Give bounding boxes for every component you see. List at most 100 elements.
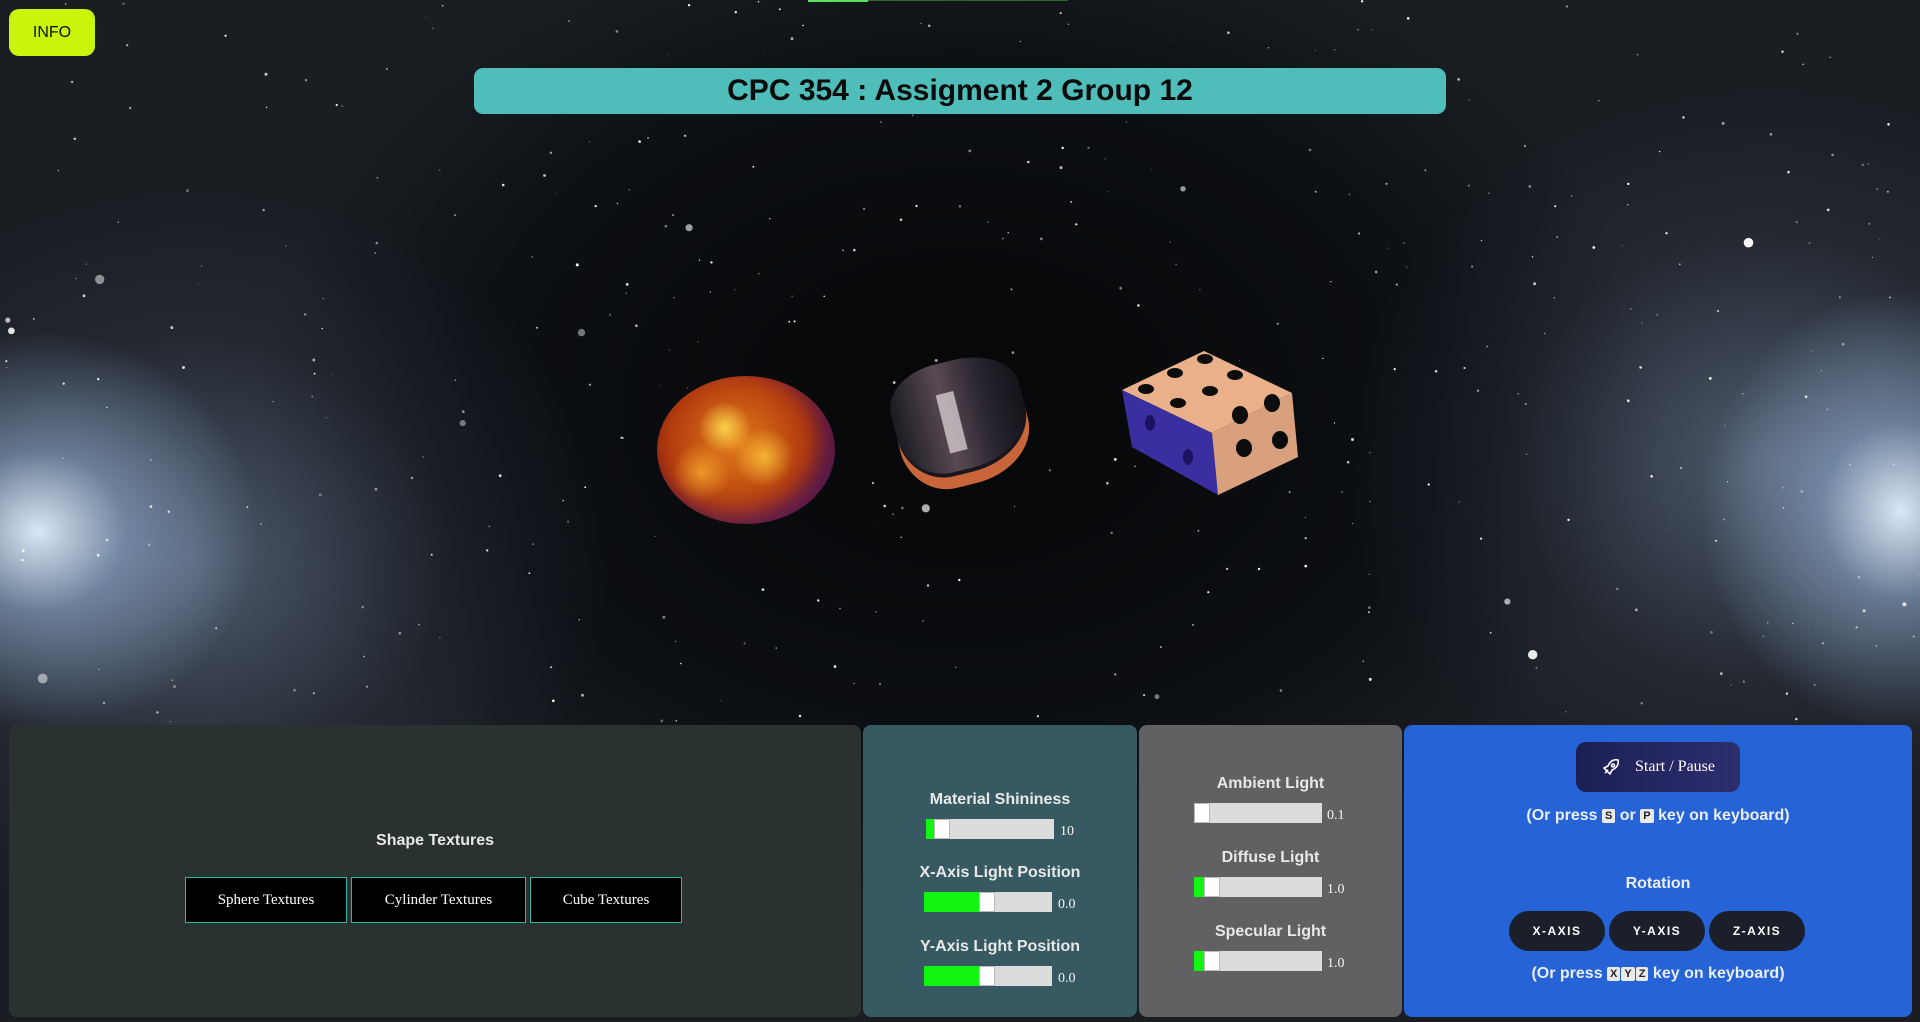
star [839, 607, 841, 610]
ambient-slider[interactable] [1194, 803, 1322, 823]
star [555, 193, 557, 195]
star [182, 366, 185, 369]
star [743, 642, 746, 645]
star [1322, 357, 1324, 360]
top-accent-line-dim [868, 0, 1068, 1]
star [198, 283, 200, 285]
sphere-textures-button[interactable]: Sphere Textures [185, 877, 347, 923]
star [95, 274, 105, 285]
star [1795, 717, 1798, 721]
star [1048, 469, 1051, 472]
star [687, 3, 691, 7]
star [1002, 237, 1004, 240]
star [892, 513, 894, 516]
star [265, 106, 268, 109]
y-light-slider-thumb[interactable] [979, 966, 995, 986]
star [398, 632, 402, 635]
star [1766, 621, 1769, 624]
star [968, 149, 972, 153]
star [32, 318, 35, 320]
cylinder-textures-button[interactable]: Cylinder Textures [351, 877, 526, 923]
star [1114, 673, 1117, 676]
star [622, 437, 624, 439]
star [1197, 529, 1200, 532]
star [441, 4, 444, 7]
star [660, 384, 662, 386]
shininess-slider[interactable] [926, 819, 1054, 839]
diffuse-slider[interactable] [1194, 877, 1322, 897]
star [211, 719, 213, 721]
star [1769, 132, 1773, 136]
star [410, 476, 414, 480]
star [531, 256, 533, 258]
star [1480, 239, 1483, 242]
x-light-slider-thumb[interactable] [979, 892, 995, 912]
cylinder-label-texture [935, 390, 968, 454]
star [1626, 203, 1629, 206]
star [1463, 366, 1466, 370]
star [901, 506, 904, 510]
star [293, 688, 296, 692]
z-axis-button[interactable]: Z-AXIS [1709, 911, 1805, 951]
x-axis-button[interactable]: X-AXIS [1509, 911, 1605, 951]
star [1849, 463, 1851, 466]
x-light-value: 0.0 [1058, 897, 1076, 912]
star [1070, 200, 1073, 203]
star [264, 72, 268, 76]
specular-slider[interactable] [1194, 951, 1322, 971]
star [1629, 308, 1632, 310]
star [1887, 123, 1890, 126]
star [1369, 452, 1371, 454]
star [1227, 31, 1230, 34]
shininess-slider-thumb[interactable] [934, 819, 950, 839]
star [879, 682, 882, 685]
star [921, 504, 930, 513]
star [577, 328, 586, 337]
star [1059, 12, 1062, 15]
diffuse-label: Diffuse Light [1221, 849, 1320, 866]
star [374, 252, 377, 254]
shininess-value: 10 [1060, 824, 1074, 839]
star [1061, 146, 1064, 150]
ambient-slider-thumb[interactable] [1194, 803, 1210, 823]
shininess-label: Material Shininess [929, 791, 1071, 808]
star [823, 295, 825, 298]
star [171, 679, 174, 682]
star [1276, 322, 1279, 325]
star [167, 510, 170, 513]
star [57, 170, 60, 172]
star [1402, 242, 1405, 245]
star [1796, 32, 1799, 35]
star [817, 599, 820, 602]
start-pause-button[interactable]: Start / Pause [1576, 742, 1740, 792]
y-light-slider[interactable] [924, 966, 1052, 986]
star [720, 700, 722, 702]
y-axis-button[interactable]: Y-AXIS [1609, 911, 1705, 951]
star [224, 34, 227, 37]
star [1387, 247, 1389, 249]
star [1567, 518, 1570, 522]
info-button[interactable]: INFO [9, 9, 95, 56]
shape-textures-panel: Shape Textures Sphere Textures Cylinder … [9, 725, 861, 1017]
star [1554, 205, 1557, 208]
star [335, 103, 338, 107]
star [673, 296, 675, 299]
star [1019, 40, 1021, 43]
top-accent-line [808, 0, 868, 2]
star [685, 224, 693, 232]
star [1829, 56, 1831, 58]
star [1504, 598, 1511, 605]
star [683, 134, 687, 137]
ambient-value: 0.1 [1327, 808, 1345, 823]
star [1678, 263, 1681, 266]
cube-textures-button[interactable]: Cube Textures [530, 877, 682, 923]
star [1826, 208, 1830, 212]
star [1872, 256, 1874, 258]
specular-slider-thumb[interactable] [1204, 951, 1220, 971]
x-light-slider[interactable] [924, 892, 1052, 912]
animation-panel: Start / Pause (Or press S or P key on ke… [1404, 725, 1912, 1017]
start-hint-or: or [1619, 807, 1636, 824]
diffuse-slider-thumb[interactable] [1204, 877, 1220, 897]
star [1333, 422, 1336, 424]
star [628, 189, 630, 191]
